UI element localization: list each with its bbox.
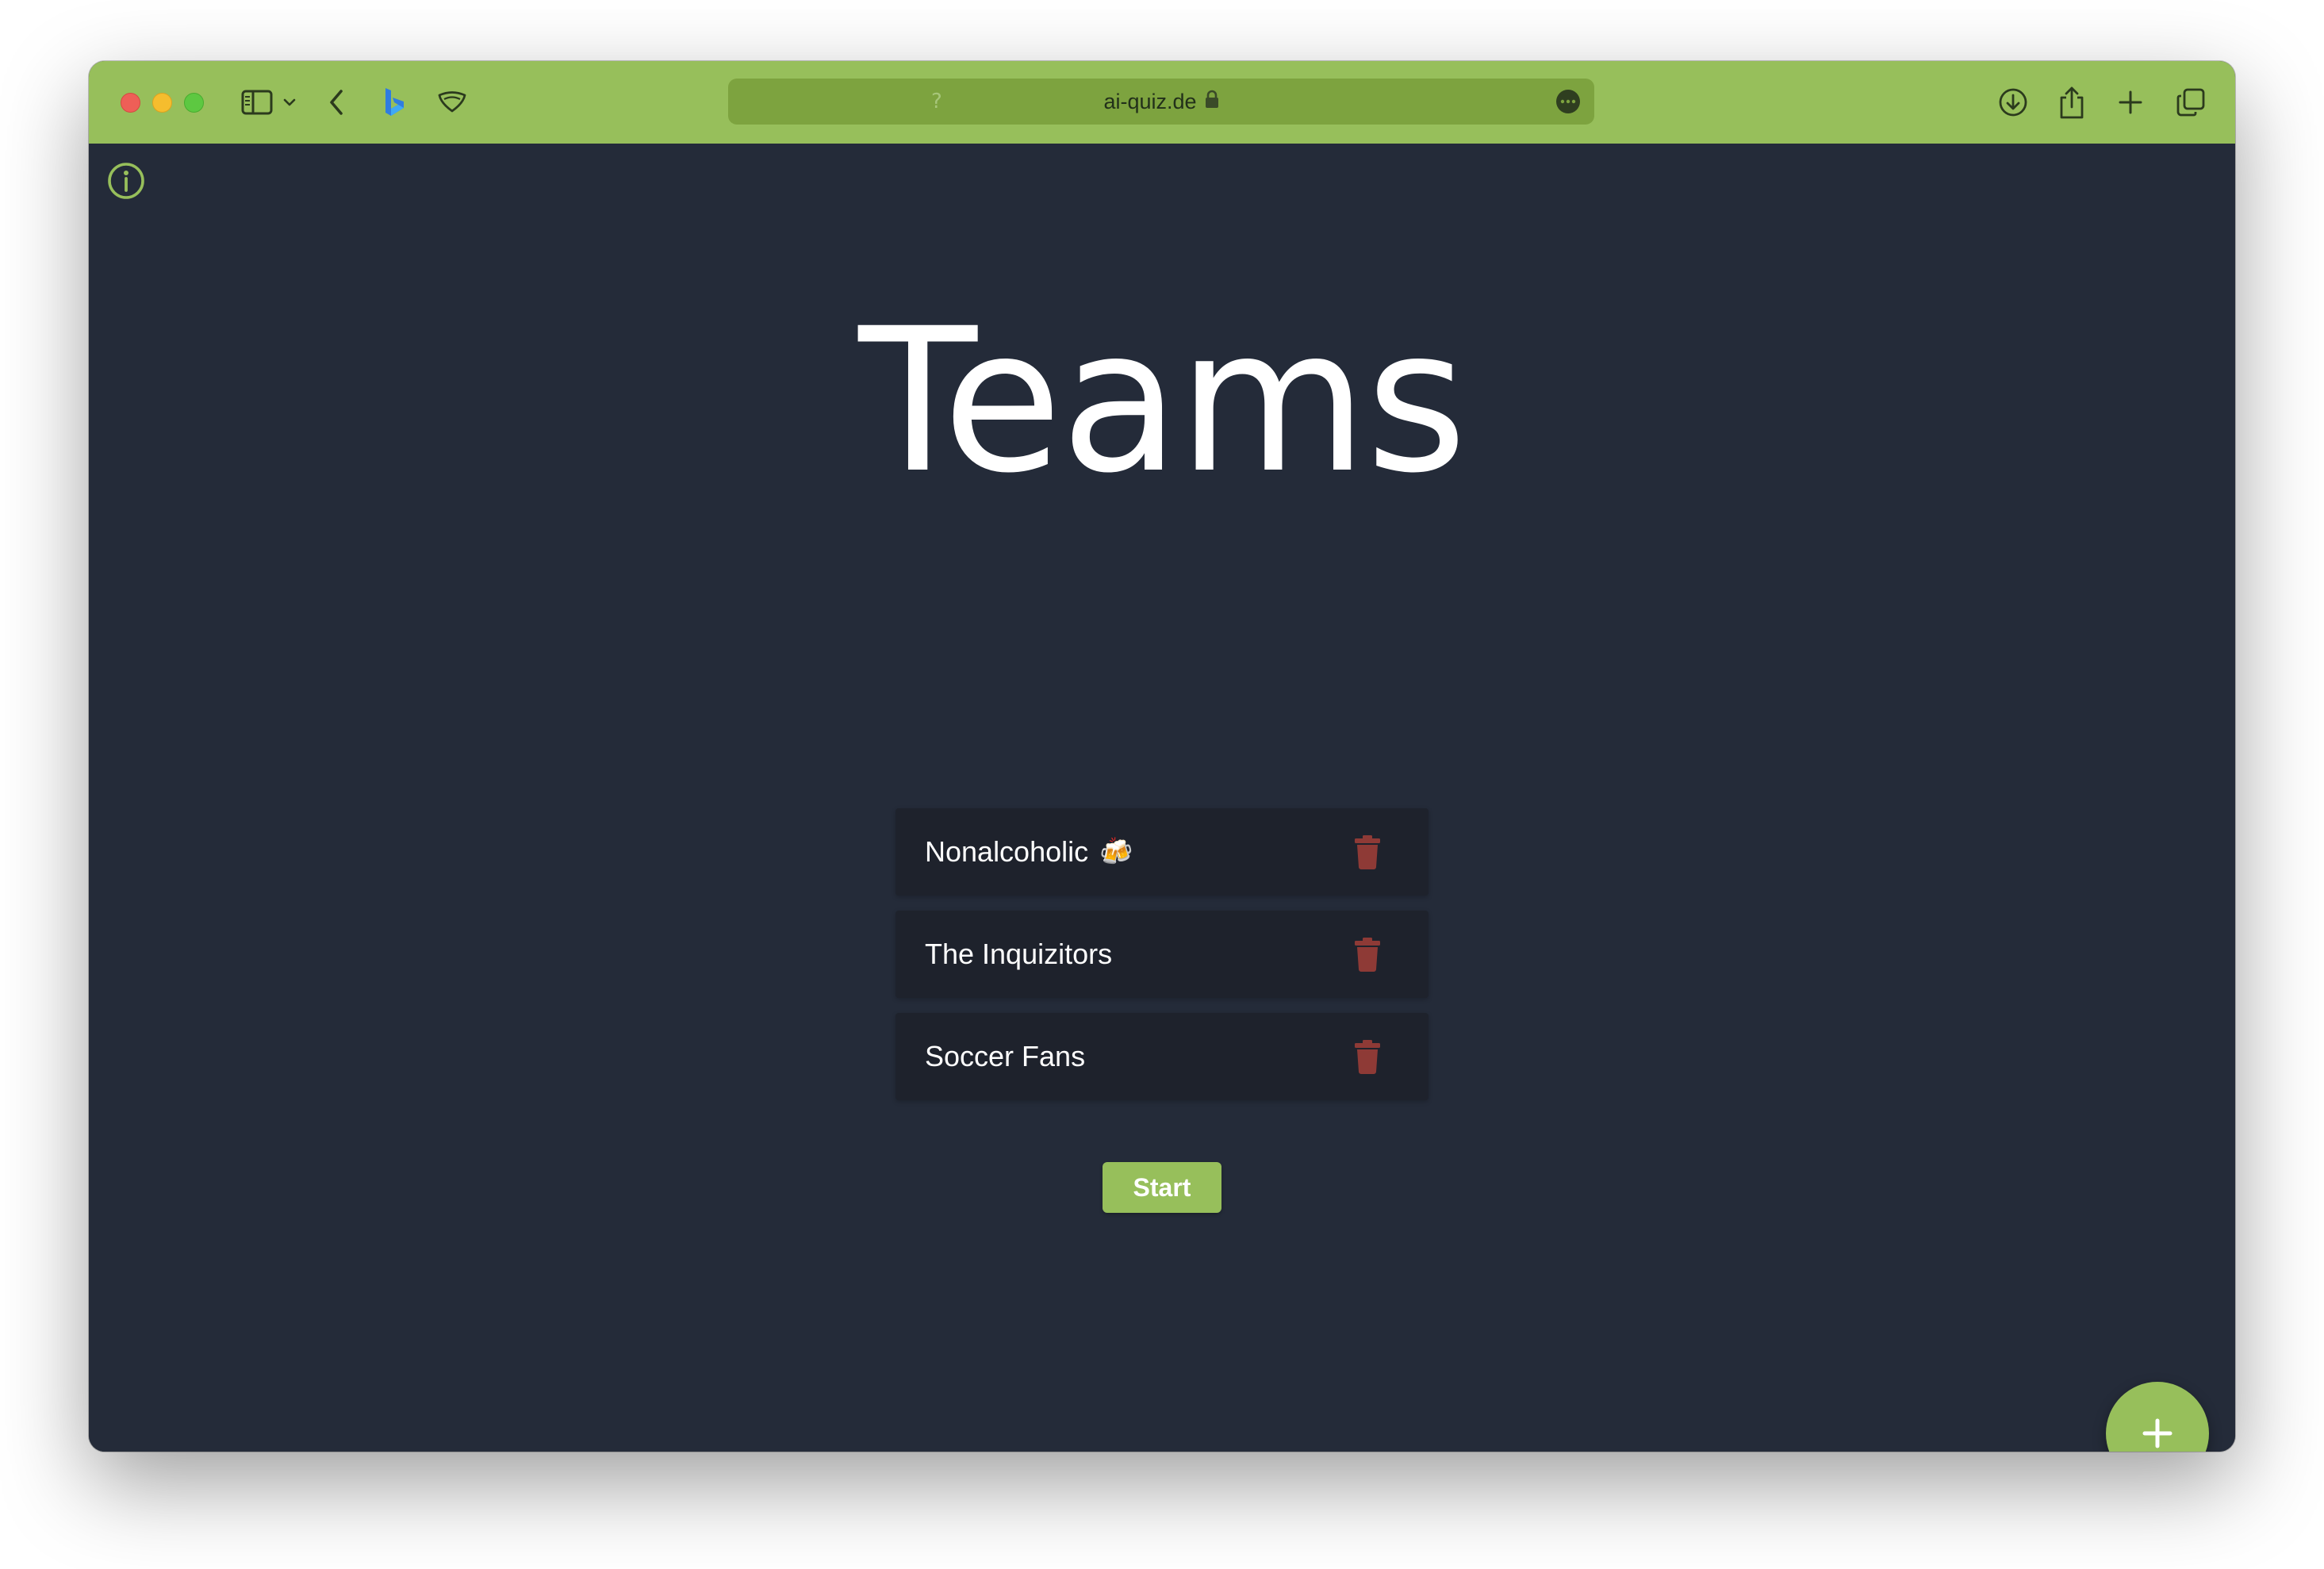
trash-icon: [1355, 835, 1380, 869]
back-icon[interactable]: [319, 85, 354, 120]
team-name-container: The Inquizitors: [925, 911, 1112, 998]
team-row[interactable]: The Inquizitors: [895, 911, 1429, 998]
add-team-button[interactable]: [2106, 1382, 2209, 1452]
team-name: Soccer Fans: [925, 1040, 1086, 1072]
team-name: The Inquizitors: [925, 938, 1113, 970]
close-window-button[interactable]: [121, 93, 140, 113]
team-name-container: Soccer Fans: [925, 1013, 1085, 1100]
teams-list: Nonalcoholic 🍻 The Inquizitors Soccer Fa…: [895, 808, 1429, 1115]
delete-team-button[interactable]: [1348, 934, 1387, 974]
tabs-icon[interactable]: [2173, 85, 2208, 120]
page-content: Teams Nonalcoholic 🍻 The Inquizitors Soc…: [89, 144, 2235, 1452]
delete-team-button[interactable]: [1348, 832, 1387, 872]
team-name-container: Nonalcoholic 🍻: [925, 808, 1133, 896]
sidebar-icon[interactable]: [240, 85, 274, 120]
shield-icon[interactable]: [435, 85, 470, 120]
minimize-window-button[interactable]: [152, 93, 172, 113]
page-title: Teams: [858, 286, 1467, 516]
zoom-window-button[interactable]: [184, 93, 204, 113]
browser-window: ? ai-quiz.de Teams Nonalcoholic 🍻 The In…: [89, 61, 2235, 1452]
beer-mugs-emoji: 🍻: [1099, 837, 1133, 867]
browser-toolbar: ? ai-quiz.de: [89, 61, 2235, 144]
more-icon[interactable]: [1556, 90, 1580, 113]
lock-icon: [1205, 90, 1219, 114]
team-row[interactable]: Nonalcoholic 🍻: [895, 808, 1429, 896]
trash-icon: [1355, 1040, 1380, 1074]
bing-icon[interactable]: [376, 85, 411, 120]
url-text: ai-quiz.de: [1103, 89, 1197, 113]
info-icon[interactable]: [106, 161, 146, 201]
delete-team-button[interactable]: [1348, 1037, 1387, 1076]
download-icon[interactable]: [1996, 85, 2031, 120]
trash-icon: [1355, 938, 1380, 972]
team-row[interactable]: Soccer Fans: [895, 1013, 1429, 1100]
address-bar[interactable]: ? ai-quiz.de: [728, 79, 1594, 125]
start-button[interactable]: Start: [1103, 1162, 1221, 1213]
team-name: Nonalcoholic: [925, 835, 1089, 868]
plus-icon: [2142, 1418, 2173, 1448]
share-icon[interactable]: [2054, 85, 2089, 120]
chevron-down-icon[interactable]: [278, 85, 301, 120]
new-tab-icon[interactable]: [2113, 85, 2148, 120]
